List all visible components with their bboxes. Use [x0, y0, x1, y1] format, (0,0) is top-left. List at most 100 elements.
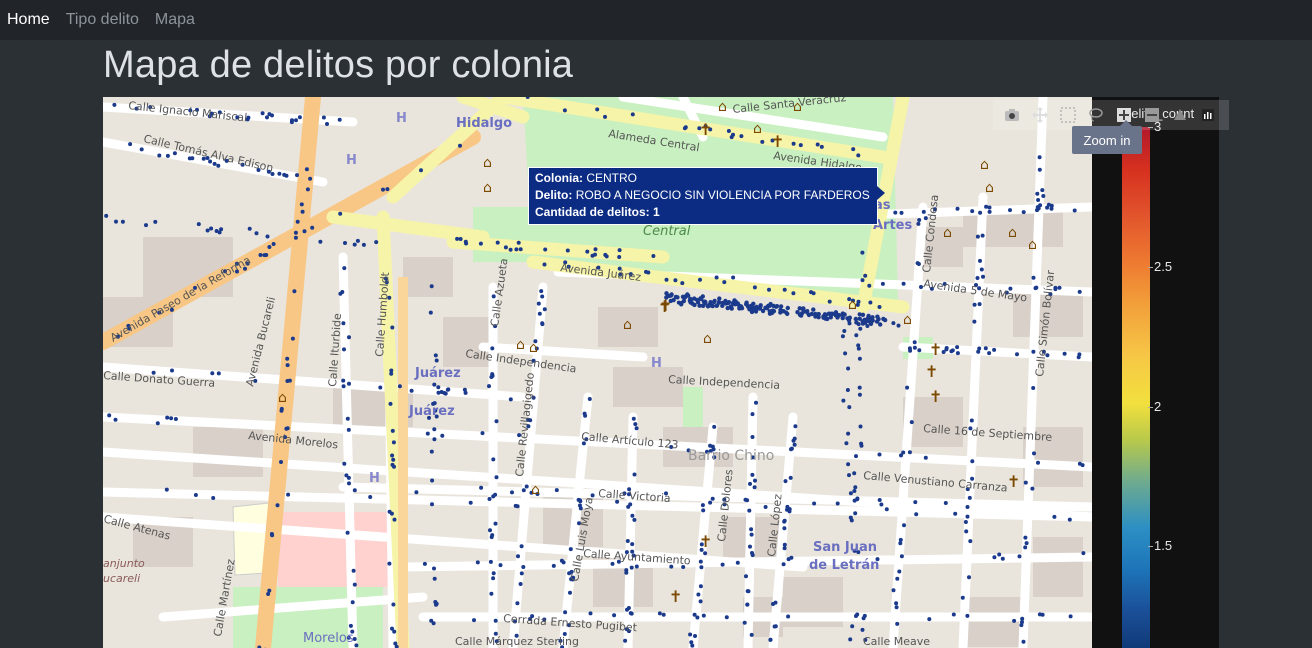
crime-marker	[752, 485, 757, 490]
crime-marker	[1037, 167, 1042, 172]
crime-marker	[657, 611, 662, 616]
crime-marker	[458, 237, 463, 241]
crime-marker	[432, 382, 437, 387]
crime-marker	[917, 218, 922, 222]
crime-marker	[219, 227, 224, 232]
crime-marker	[431, 621, 436, 626]
crime-marker	[997, 552, 1002, 557]
crime-marker	[351, 568, 356, 573]
crime-marker	[852, 489, 857, 493]
crime-marker	[811, 291, 816, 296]
nav-mapa-link[interactable]: Mapa	[155, 6, 195, 34]
crime-marker	[907, 346, 912, 351]
crime-marker	[688, 632, 693, 637]
crime-marker	[843, 351, 848, 356]
svg-text:Hidalgo: Hidalgo	[456, 116, 512, 131]
crime-marker	[463, 239, 468, 244]
crime-marker	[387, 561, 392, 566]
svg-text:⌂: ⌂	[753, 121, 762, 137]
crime-marker	[693, 634, 697, 638]
crime-marker	[844, 441, 849, 446]
crime-marker	[355, 238, 360, 243]
crime-marker	[302, 229, 307, 234]
crime-marker	[305, 187, 310, 192]
crime-marker	[661, 612, 666, 617]
crime-marker	[749, 632, 754, 637]
svg-text:✝: ✝	[929, 340, 942, 359]
crime-marker	[157, 153, 162, 158]
crime-marker	[750, 472, 755, 477]
crime-marker	[346, 427, 351, 432]
crime-marker	[562, 108, 567, 113]
lasso-icon[interactable]	[1087, 106, 1105, 124]
map-canvas[interactable]: ✝ ✝ ✝ ✝ ✝ ✝ ✝ ✝ ✝ ✝ ⌂ ⌂ ⌂ ⌂ ⌂ ⌂ ⌂ ⌂ ⌂ ⌂ ⌂ ⌂ ⌂ ⌂ ⌂ ⌂ ⌂ ⌂…	[103, 97, 1092, 648]
crime-marker	[325, 122, 329, 126]
crime-marker	[975, 234, 980, 239]
crime-marker	[445, 387, 450, 392]
crime-marker	[430, 478, 435, 483]
crime-marker	[811, 307, 816, 312]
crime-marker	[539, 289, 544, 294]
crime-marker	[342, 461, 347, 466]
crime-marker	[854, 454, 858, 459]
crime-marker	[630, 513, 635, 518]
crime-marker	[516, 554, 520, 559]
crime-marker	[944, 346, 949, 350]
crime-marker	[687, 298, 693, 303]
crime-marker	[969, 418, 974, 423]
crime-marker	[714, 275, 719, 280]
crime-marker	[912, 340, 917, 345]
crime-marker	[978, 210, 983, 215]
nav-tipo-delito-link[interactable]: Tipo delito	[66, 6, 139, 34]
crime-marker	[812, 501, 817, 506]
crime-marker	[634, 426, 639, 431]
crime-marker	[745, 602, 750, 607]
pan-icon[interactable]	[1031, 106, 1049, 124]
crime-marker	[895, 621, 900, 626]
crime-marker	[760, 308, 766, 314]
crime-marker	[856, 153, 861, 158]
crime-marker	[846, 318, 852, 323]
crime-marker	[953, 511, 958, 516]
camera-icon[interactable]	[1003, 106, 1021, 124]
crime-marker	[190, 156, 195, 161]
crime-marker	[819, 144, 824, 149]
crime-marker	[842, 312, 847, 317]
crime-marker	[717, 296, 722, 301]
crime-marker	[205, 228, 210, 233]
crime-marker	[879, 502, 884, 507]
crime-marker	[1023, 535, 1028, 540]
crime-marker	[1017, 554, 1022, 559]
box-select-icon[interactable]	[1059, 106, 1077, 124]
crime-marker	[516, 240, 521, 245]
crime-marker	[975, 276, 980, 280]
crime-marker	[690, 643, 695, 648]
svg-text:Juárez: Juárez	[408, 404, 455, 419]
crime-marker	[409, 388, 414, 393]
crime-marker	[782, 546, 787, 551]
zoom-out-icon[interactable]	[1143, 106, 1161, 124]
crime-marker	[392, 517, 397, 522]
crime-marker	[735, 560, 740, 565]
reset-icon[interactable]	[1171, 106, 1189, 124]
svg-text:H: H	[346, 153, 357, 168]
crime-marker	[771, 303, 776, 309]
crime-marker	[859, 443, 864, 448]
crime-marker	[852, 471, 857, 476]
crime-marker	[848, 515, 853, 520]
crime-marker	[565, 248, 570, 253]
svg-text:✝: ✝	[771, 132, 784, 151]
crime-marker	[791, 141, 796, 146]
crime-marker	[455, 236, 460, 241]
crime-marker	[267, 588, 272, 593]
crime-marker	[1035, 191, 1040, 196]
nav-home-link[interactable]: Home	[7, 6, 50, 34]
svg-text:✝: ✝	[659, 296, 672, 315]
plotly-logo-icon[interactable]	[1199, 106, 1217, 124]
crime-marker	[970, 209, 975, 214]
crime-marker	[898, 537, 903, 542]
crime-marker	[593, 247, 598, 252]
crime-marker	[786, 614, 791, 619]
crime-marker	[388, 401, 393, 406]
crime-marker	[391, 602, 396, 607]
